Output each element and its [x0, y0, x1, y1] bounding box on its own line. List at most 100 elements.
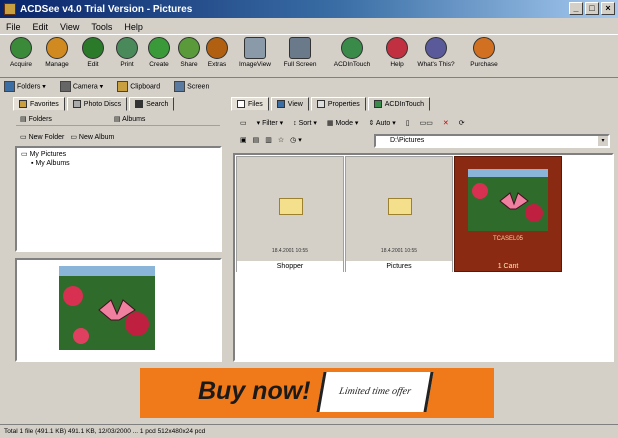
path-dropdown-icon[interactable]: ▾ [598, 136, 608, 146]
new-album-button[interactable]: ▭ New Album [70, 133, 114, 141]
limited-offer-tag: Limited time offer [316, 372, 434, 412]
camera-source-button[interactable]: Camera ▾ [59, 81, 103, 92]
acquire-icon [10, 37, 32, 59]
purchase-icon [473, 37, 495, 59]
view-list-icon[interactable]: ▤ [253, 136, 260, 144]
filter-button[interactable]: ▾ Filter ▾ [257, 119, 284, 127]
share-icon [178, 37, 200, 59]
buy-now-banner[interactable]: Buy now! Limited time offer [140, 368, 494, 418]
full-screen-button[interactable]: Full Screen [278, 37, 322, 68]
tree-item-my-albums[interactable]: ▪ My Albums [17, 160, 220, 167]
title-bar[interactable]: ACDSee v4.0 Trial Version - Pictures _ □… [0, 0, 618, 18]
maximize-button[interactable]: □ [585, 2, 599, 15]
tab-properties[interactable]: Properties [310, 97, 366, 111]
sort-button[interactable]: ↕ Sort ▾ [293, 119, 317, 127]
close-button[interactable]: × [601, 2, 615, 15]
menu-help[interactable]: Help [124, 22, 143, 32]
left-tab-strip: Favorites Photo Discs Search [13, 97, 175, 111]
buy-now-text: Buy now! [198, 377, 311, 405]
folders-tab-button[interactable]: ▤ Folders [20, 115, 52, 123]
main-toolbar: Acquire Manage Edit Print Create Share E… [0, 34, 618, 78]
view-buttons: ▣ ▤ ▥ ☆ ◷ ▾ [236, 133, 376, 147]
edit-button[interactable]: Edit [76, 37, 110, 68]
tab-view[interactable]: View [270, 97, 309, 111]
left-new-bar: ▭ New Folder ▭ New Album [16, 130, 220, 144]
image-view-button[interactable]: ImageView [238, 37, 272, 68]
create-icon [148, 37, 170, 59]
screen-icon [174, 81, 186, 92]
minimize-button[interactable]: _ [569, 2, 583, 15]
folder-up-icon[interactable]: ▭ [240, 119, 247, 127]
menu-file[interactable]: File [6, 22, 21, 32]
photo-disc-icon [72, 100, 81, 108]
favorites-icon [19, 100, 27, 108]
status-text: Total 1 file (491.1 KB) 491.1 KB, 12/03/… [4, 428, 206, 435]
full-screen-icon [289, 37, 311, 59]
refresh-icon[interactable]: ⟳ [459, 119, 465, 127]
help-button[interactable]: Help [380, 37, 414, 68]
create-button[interactable]: Create [142, 37, 176, 68]
image-view-icon [244, 37, 266, 59]
folders-source-button[interactable]: Folders ▾ [4, 81, 46, 92]
menu-view[interactable]: View [60, 22, 79, 32]
copy-icon[interactable]: ▯ [406, 119, 410, 127]
folder-icon [388, 198, 412, 215]
help-icon [386, 37, 408, 59]
thumb-item[interactable]: 18.4.2001 10:55 Shopper [236, 156, 344, 273]
browser-toolbar: ▭ ▾ Filter ▾ ↕ Sort ▾ ▦ Mode ▾ ⇕ Auto ▾ … [236, 116, 612, 130]
view-icon [276, 100, 285, 108]
mode-button[interactable]: ▦ Mode ▾ [327, 119, 359, 127]
status-bar: Total 1 file (491.1 KB) 491.1 KB, 12/03/… [0, 424, 618, 438]
window-title: ACDSee v4.0 Trial Version - Pictures [20, 3, 193, 15]
whats-this-icon [425, 37, 447, 59]
app-icon [4, 3, 16, 15]
tab-search[interactable]: Search [129, 97, 175, 111]
manage-button[interactable]: Manage [40, 37, 74, 68]
acd-intouch-icon [341, 37, 363, 59]
folders-icon [4, 81, 15, 92]
print-button[interactable]: Print [110, 37, 144, 68]
view-thumbs-icon[interactable]: ▣ [240, 136, 247, 144]
new-folder-button[interactable]: ▭ New Folder [20, 133, 64, 141]
tab-photo-discs[interactable]: Photo Discs [66, 97, 128, 111]
source-toolbar: Folders ▾ Camera ▾ Clipboard Screen [0, 79, 618, 94]
edit-icon [82, 37, 104, 59]
folder-tree[interactable]: ▭ My Pictures ▪ My Albums [15, 146, 222, 252]
manage-icon [46, 37, 68, 59]
preview-pane [15, 258, 222, 362]
camera-icon [59, 81, 71, 92]
menu-edit[interactable]: Edit [33, 22, 49, 32]
thumb-image [468, 169, 548, 231]
purchase-button[interactable]: Purchase [464, 37, 504, 68]
acd-intouch-button[interactable]: ACDInTouch [330, 37, 374, 68]
intouch-icon [373, 100, 382, 108]
print-icon [116, 37, 138, 59]
extras-button[interactable]: Extras [200, 37, 234, 68]
path-field[interactable]: D:\Pictures ▾ [374, 134, 610, 148]
tab-files[interactable]: Files [231, 97, 269, 111]
left-folder-album-bar: ▤ Folders ▤ Albums [16, 112, 220, 126]
history-icon[interactable]: ◷ ▾ [290, 136, 302, 144]
clipboard-source-button[interactable]: Clipboard [117, 81, 160, 92]
acquire-button[interactable]: Acquire [4, 37, 38, 68]
tab-acd-intouch[interactable]: ACDInTouch [367, 97, 431, 111]
menu-tools[interactable]: Tools [91, 22, 112, 32]
thumb-item[interactable]: 18.4.2001 10:55 Pictures [345, 156, 453, 273]
view-details-icon[interactable]: ▥ [265, 136, 272, 144]
tab-favorites[interactable]: Favorites [13, 97, 65, 111]
albums-tab-button[interactable]: ▤ Albums [114, 115, 146, 123]
paste-icon[interactable]: ▭▭ [420, 119, 433, 127]
extras-icon [206, 37, 228, 59]
whats-this-button[interactable]: What's This? [414, 37, 458, 68]
folder-icon [279, 198, 303, 215]
favorites-star-icon[interactable]: ☆ [278, 136, 284, 144]
preview-image [59, 266, 155, 350]
screen-source-button[interactable]: Screen [174, 81, 209, 92]
thumb-item-selected[interactable]: TCASEL05 1 Cant [454, 156, 562, 272]
delete-icon[interactable]: ✕ [443, 119, 449, 127]
properties-icon [316, 100, 325, 108]
files-icon [237, 100, 245, 108]
tree-item-my-pictures[interactable]: ▭ My Pictures [17, 148, 220, 160]
size-button[interactable]: ⇕ Auto ▾ [368, 119, 395, 127]
menu-bar: File Edit View Tools Help [0, 19, 618, 34]
